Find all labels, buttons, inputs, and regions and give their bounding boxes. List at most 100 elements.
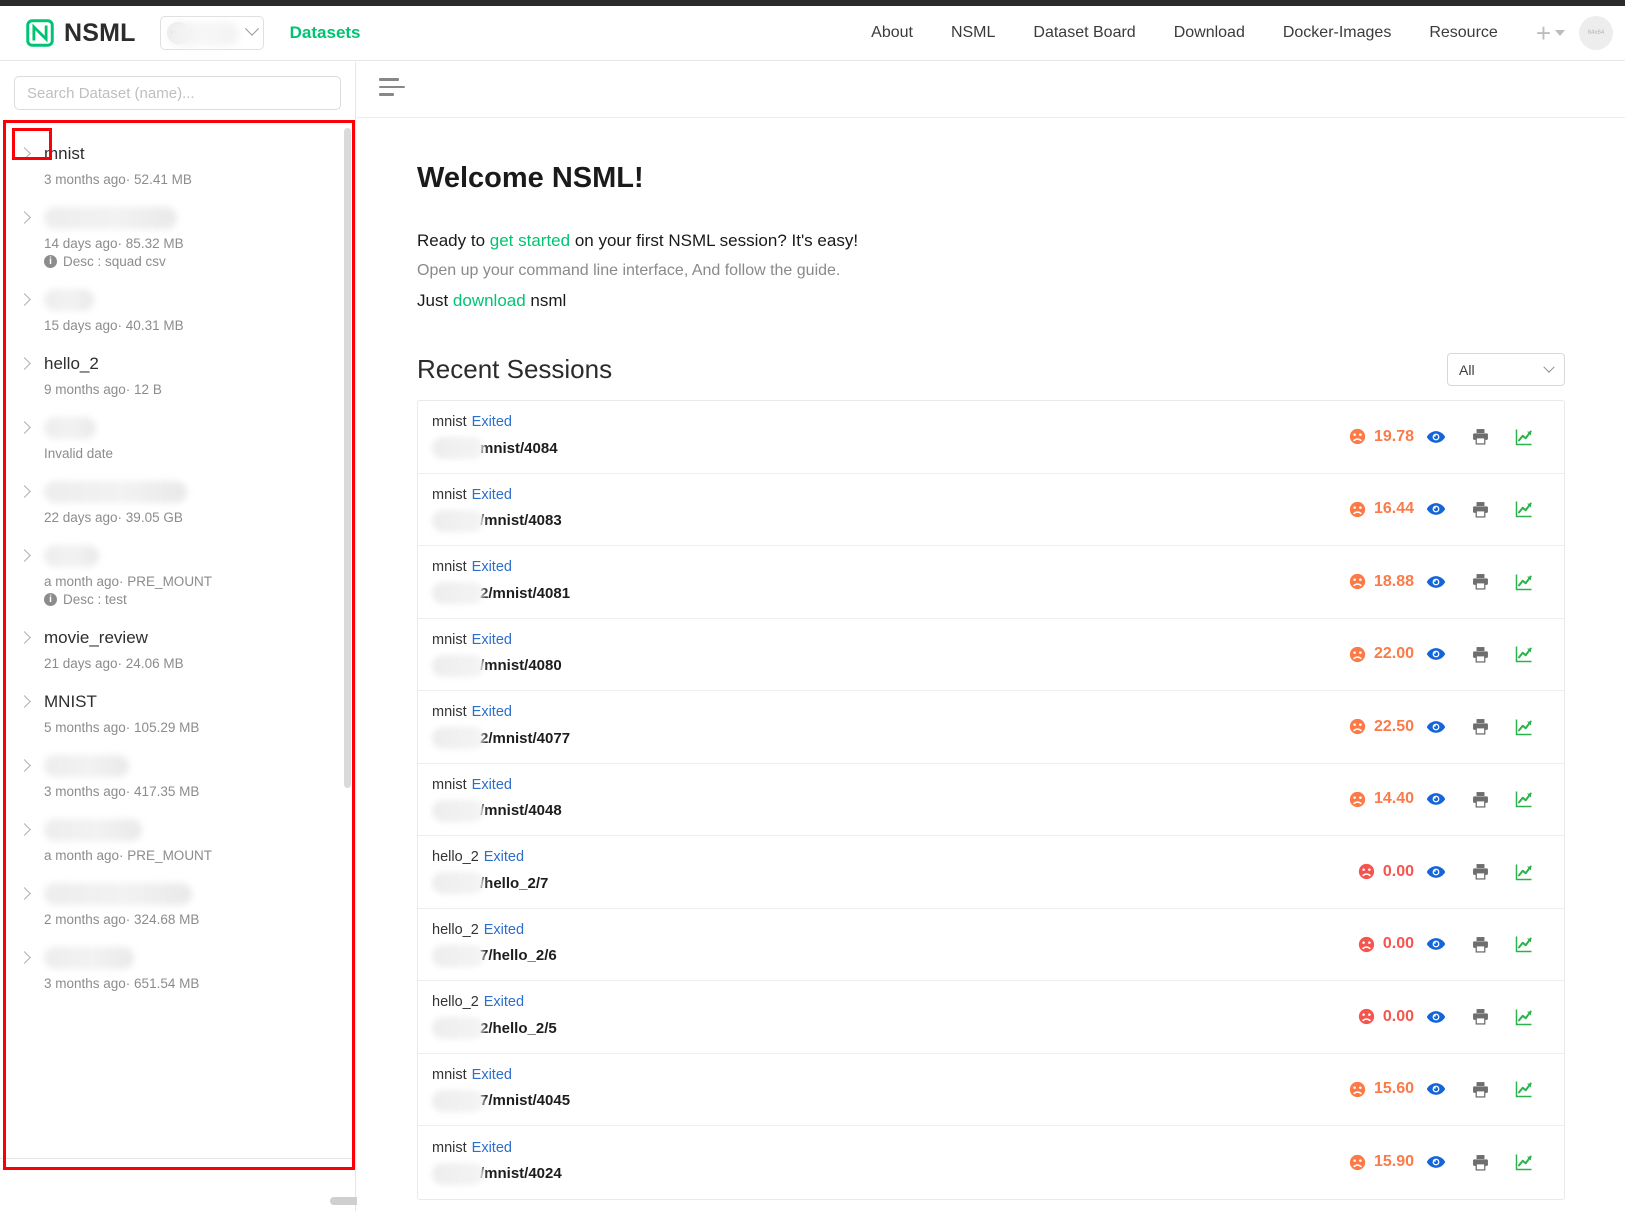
print-session-button[interactable] bbox=[1458, 1007, 1502, 1026]
session-chart-button[interactable] bbox=[1502, 572, 1546, 592]
session-chart-button[interactable] bbox=[1502, 1079, 1546, 1099]
table-row[interactable]: mnist Exited 7/mnist/4045 15.60 bbox=[418, 1054, 1564, 1126]
nav-item-docker-images[interactable]: Docker-Images bbox=[1283, 24, 1391, 42]
dataset-list-item[interactable]: a month ago· PRE_MOUNT bbox=[0, 808, 356, 872]
dataset-list-item[interactable]: hello_2 9 months ago· 12 B bbox=[0, 342, 356, 406]
chevron-right-icon[interactable] bbox=[18, 951, 32, 965]
dataset-list-item[interactable]: 15 days ago· 40.31 MB bbox=[0, 278, 356, 342]
chevron-right-icon[interactable] bbox=[18, 631, 32, 645]
dataset-list-item[interactable]: 2 months ago· 324.68 MB bbox=[0, 872, 356, 936]
eye-icon[interactable] bbox=[1426, 1152, 1446, 1172]
table-row[interactable]: hello_2 Exited 2/hello_2/5 0.00 bbox=[418, 981, 1564, 1054]
printer-icon[interactable] bbox=[1471, 717, 1490, 736]
nav-item-download[interactable]: Download bbox=[1174, 24, 1245, 42]
eye-icon[interactable] bbox=[1426, 499, 1446, 519]
dataset-list-item[interactable]: movie_review 21 days ago· 24.06 MB bbox=[0, 616, 356, 680]
view-session-button[interactable] bbox=[1414, 789, 1458, 809]
view-session-button[interactable] bbox=[1414, 499, 1458, 519]
view-session-button[interactable] bbox=[1414, 427, 1458, 447]
nav-datasets-link[interactable]: Datasets bbox=[290, 23, 361, 43]
chevron-right-icon[interactable] bbox=[18, 549, 32, 563]
add-menu-button[interactable]: + bbox=[1536, 20, 1565, 46]
eye-icon[interactable] bbox=[1426, 572, 1446, 592]
chevron-right-icon[interactable] bbox=[18, 695, 32, 709]
eye-icon[interactable] bbox=[1426, 644, 1446, 664]
chart-line-icon[interactable] bbox=[1514, 572, 1534, 592]
dataset-list-item[interactable]: 3 months ago· 651.54 MB bbox=[0, 936, 356, 1000]
printer-icon[interactable] bbox=[1471, 935, 1490, 954]
table-row[interactable]: hello_2 Exited 7/hello_2/6 0.00 bbox=[418, 909, 1564, 981]
eye-icon[interactable] bbox=[1426, 1007, 1446, 1027]
session-filter-select[interactable]: All bbox=[1447, 353, 1565, 386]
chevron-right-icon[interactable] bbox=[18, 887, 32, 901]
printer-icon[interactable] bbox=[1471, 500, 1490, 519]
nav-item-nsml[interactable]: NSML bbox=[951, 24, 995, 42]
view-session-button[interactable] bbox=[1414, 572, 1458, 592]
dataset-list-item[interactable]: 3 months ago· 417.35 MB bbox=[0, 744, 356, 808]
dataset-list-item[interactable]: MNIST 5 months ago· 105.29 MB bbox=[0, 680, 356, 744]
print-session-button[interactable] bbox=[1458, 572, 1502, 591]
avatar[interactable]: 64x64 bbox=[1579, 16, 1613, 50]
chevron-right-icon[interactable] bbox=[18, 357, 32, 371]
print-session-button[interactable] bbox=[1458, 500, 1502, 519]
session-chart-button[interactable] bbox=[1502, 934, 1546, 954]
chart-line-icon[interactable] bbox=[1514, 427, 1534, 447]
sort-lines-icon[interactable] bbox=[379, 78, 405, 101]
table-row[interactable]: mnist Exited 2/mnist/4077 22.50 bbox=[418, 691, 1564, 764]
eye-icon[interactable] bbox=[1426, 427, 1446, 447]
chevron-right-icon[interactable] bbox=[18, 421, 32, 435]
session-chart-button[interactable] bbox=[1502, 427, 1546, 447]
print-session-button[interactable] bbox=[1458, 427, 1502, 446]
view-session-button[interactable] bbox=[1414, 862, 1458, 882]
printer-icon[interactable] bbox=[1471, 1007, 1490, 1026]
print-session-button[interactable] bbox=[1458, 645, 1502, 664]
chevron-right-icon[interactable] bbox=[18, 211, 32, 225]
view-session-button[interactable] bbox=[1414, 717, 1458, 737]
dataset-list-item[interactable]: a month ago· PRE_MOUNT i Desc : test bbox=[0, 534, 356, 616]
eye-icon[interactable] bbox=[1426, 862, 1446, 882]
chart-line-icon[interactable] bbox=[1514, 1079, 1534, 1099]
nav-item-dataset-board[interactable]: Dataset Board bbox=[1033, 24, 1135, 42]
table-row[interactable]: mnist Exited/mnist/4024 15.90 bbox=[418, 1126, 1564, 1199]
printer-icon[interactable] bbox=[1471, 427, 1490, 446]
view-session-button[interactable] bbox=[1414, 1007, 1458, 1027]
print-session-button[interactable] bbox=[1458, 717, 1502, 736]
chart-line-icon[interactable] bbox=[1514, 717, 1534, 737]
session-chart-button[interactable] bbox=[1502, 644, 1546, 664]
printer-icon[interactable] bbox=[1471, 645, 1490, 664]
print-session-button[interactable] bbox=[1458, 1080, 1502, 1099]
brand-logo[interactable]: NSML bbox=[26, 19, 136, 48]
chart-line-icon[interactable] bbox=[1514, 499, 1534, 519]
nav-item-about[interactable]: About bbox=[871, 24, 913, 42]
download-link[interactable]: download bbox=[453, 291, 526, 310]
dataset-list-item[interactable]: 14 days ago· 85.32 MB i Desc : squad csv bbox=[0, 196, 356, 278]
view-session-button[interactable] bbox=[1414, 1079, 1458, 1099]
dataset-list-item[interactable]: 22 days ago· 39.05 GB bbox=[0, 470, 356, 534]
table-row[interactable]: hello_2 Exited/hello_2/7 0.00 bbox=[418, 836, 1564, 909]
eye-icon[interactable] bbox=[1426, 1079, 1446, 1099]
view-session-button[interactable] bbox=[1414, 1152, 1458, 1172]
session-chart-button[interactable] bbox=[1502, 789, 1546, 809]
session-chart-button[interactable] bbox=[1502, 862, 1546, 882]
chevron-right-icon[interactable] bbox=[18, 823, 32, 837]
get-started-link[interactable]: get started bbox=[490, 231, 570, 250]
printer-icon[interactable] bbox=[1471, 862, 1490, 881]
dataset-list-item[interactable]: mnist 3 months ago· 52.41 MB bbox=[0, 132, 356, 196]
eye-icon[interactable] bbox=[1426, 934, 1446, 954]
print-session-button[interactable] bbox=[1458, 1153, 1502, 1172]
chevron-right-icon[interactable] bbox=[18, 485, 32, 499]
chart-line-icon[interactable] bbox=[1514, 862, 1534, 882]
chevron-right-icon[interactable] bbox=[18, 293, 32, 307]
table-row[interactable]: mnist Exited mnist/4084 19.78 bbox=[418, 401, 1564, 474]
eye-icon[interactable] bbox=[1426, 789, 1446, 809]
chart-line-icon[interactable] bbox=[1514, 1007, 1534, 1027]
table-row[interactable]: mnist Exited/mnist/4048 14.40 bbox=[418, 764, 1564, 836]
dataset-list-scroll-area[interactable]: mnist 3 months ago· 52.41 MB 14 days ago·… bbox=[0, 120, 356, 1209]
chart-line-icon[interactable] bbox=[1514, 644, 1534, 664]
chart-line-icon[interactable] bbox=[1514, 934, 1534, 954]
printer-icon[interactable] bbox=[1471, 1080, 1490, 1099]
eye-icon[interactable] bbox=[1426, 717, 1446, 737]
chevron-right-icon[interactable] bbox=[18, 147, 32, 161]
print-session-button[interactable] bbox=[1458, 862, 1502, 881]
print-session-button[interactable] bbox=[1458, 790, 1502, 809]
